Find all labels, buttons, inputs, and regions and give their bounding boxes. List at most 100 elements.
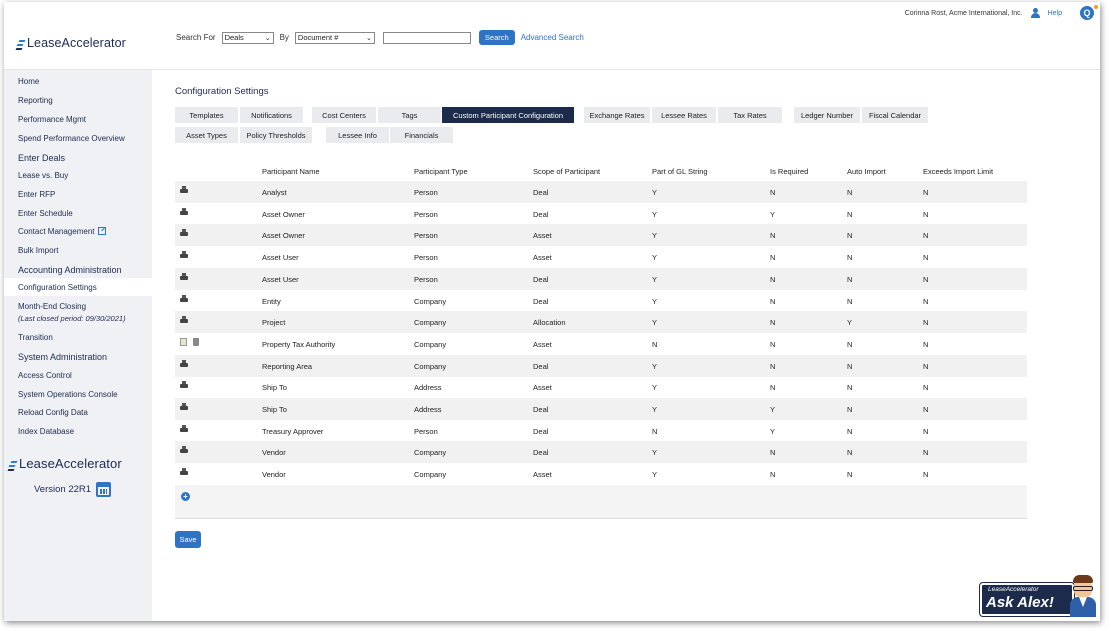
tab-asset-types[interactable]: Asset Types xyxy=(175,127,238,143)
cell-scope: Deal xyxy=(533,405,549,414)
cell-gl-string: Y xyxy=(652,318,658,328)
cell-participant-name: Asset User xyxy=(262,253,299,263)
print-icon[interactable] xyxy=(180,294,188,302)
table-row[interactable]: Vendor Company Asset Y N N N xyxy=(175,463,1027,485)
sidebar-item-contact-management[interactable]: Contact Management xyxy=(18,227,106,236)
table-row[interactable]: Reporting Area Company Deal Y N N N xyxy=(175,354,1027,377)
cell-scope: Deal xyxy=(533,448,549,458)
sidebar-item-performance-mgmt[interactable]: Performance Mgmt xyxy=(18,115,86,124)
tab-notifications[interactable]: Notifications xyxy=(240,107,303,123)
ask-alex-widget[interactable]: LeaseAccelerator Ask Alex! xyxy=(980,575,1098,619)
print-icon[interactable] xyxy=(180,424,188,432)
cell-participant-name: Treasury Approver xyxy=(262,426,324,436)
tab-tax-rates[interactable]: Tax Rates xyxy=(718,107,782,123)
sidebar-item-month-end-closing[interactable]: Month-End Closing xyxy=(18,302,86,311)
print-icon[interactable] xyxy=(180,403,188,410)
print-icon[interactable] xyxy=(180,207,188,215)
cell-gl-string: Y xyxy=(652,383,658,393)
table-row[interactable]: Entity Company Deal Y N N N xyxy=(175,290,1027,312)
cell-auto-import: N xyxy=(847,188,853,197)
sidebar-item-transition[interactable]: Transition xyxy=(18,333,53,342)
tab-custom-participant-configuration[interactable]: Custom Participant Configuration xyxy=(442,107,574,123)
sidebar-item-enter-rfp[interactable]: Enter RFP xyxy=(18,190,55,199)
print-icon[interactable] xyxy=(180,186,188,193)
question-icon[interactable]: Q xyxy=(1080,5,1098,20)
sidebar-item-spend-performance[interactable]: Spend Performance Overview xyxy=(18,134,125,143)
sidebar-item-bulk-import[interactable]: Bulk Import xyxy=(18,246,58,255)
sidebar-item-lease-vs-buy[interactable]: Lease vs. Buy xyxy=(18,171,68,180)
cell-participant-type: Address xyxy=(414,383,442,393)
print-icon[interactable] xyxy=(180,468,188,476)
grid-header: Participant Name Participant Type Scope … xyxy=(175,161,1027,181)
sidebar-item-configuration-settings[interactable]: Configuration Settings xyxy=(18,283,97,292)
save-button[interactable]: Save xyxy=(175,531,201,548)
table-row[interactable]: Ship To Address Asset Y N N N xyxy=(175,376,1027,398)
cell-gl-string: Y xyxy=(652,448,658,458)
tab-exchange-rates[interactable]: Exchange Rates xyxy=(584,107,650,123)
print-icon[interactable] xyxy=(180,229,188,237)
tab-financials[interactable]: Financials xyxy=(390,127,453,143)
calendar-icon[interactable] xyxy=(96,482,111,497)
column-header-is-required[interactable]: Is Required xyxy=(770,167,808,176)
column-header-scope[interactable]: Scope of Participant xyxy=(533,167,600,176)
search-input[interactable] xyxy=(382,31,471,44)
tab-tags[interactable]: Tags xyxy=(378,107,441,123)
sidebar-item-enter-schedule[interactable]: Enter Schedule xyxy=(18,209,73,218)
user-icon[interactable] xyxy=(1030,8,1040,18)
column-header-exceeds-import-limit[interactable]: Exceeds Import Limit xyxy=(923,167,993,176)
sidebar-item-access-control[interactable]: Access Control xyxy=(18,371,72,380)
cell-is-required: Y xyxy=(770,426,776,436)
table-row[interactable]: Vendor Company Deal Y N N N xyxy=(175,441,1027,464)
advanced-search-link[interactable]: Advanced Search xyxy=(521,33,584,42)
trash-icon[interactable] xyxy=(193,337,199,346)
sidebar-item-index-database[interactable]: Index Database xyxy=(18,427,74,436)
table-row[interactable]: Property Tax Authority Company Asset N N N N xyxy=(175,333,1027,355)
search-by-select[interactable]: Document # ⌄ xyxy=(294,31,375,44)
cell-participant-type: Address xyxy=(414,405,442,414)
print-icon[interactable] xyxy=(180,446,188,454)
main-content: Configuration Settings Templates Notific… xyxy=(152,70,1100,621)
column-header-participant-name[interactable]: Participant Name xyxy=(262,167,320,176)
print-icon[interactable] xyxy=(180,316,188,324)
print-icon[interactable] xyxy=(180,381,188,389)
sidebar-item-system-operations-console[interactable]: System Operations Console xyxy=(18,390,118,399)
table-row[interactable]: Asset Owner Person Deal Y Y N N xyxy=(175,203,1027,225)
table-row[interactable]: Treasury Approver Person Deal N Y N N xyxy=(175,420,1027,442)
sidebar-item-home[interactable]: Home xyxy=(18,77,39,86)
search-for-select[interactable]: Deals ⌄ xyxy=(221,31,274,44)
tab-lessee-rates[interactable]: Lessee Rates xyxy=(652,107,716,123)
add-row-icon[interactable]: + xyxy=(181,491,190,501)
ask-alex-badge[interactable]: LeaseAccelerator Ask Alex! xyxy=(980,583,1074,616)
search-button[interactable]: Search xyxy=(478,30,515,45)
app-logo[interactable]: LeaseAccelerator xyxy=(15,36,126,50)
table-row[interactable]: Asset Owner Person Asset Y N N N xyxy=(175,224,1027,247)
column-header-participant-type[interactable]: Participant Type xyxy=(414,167,468,176)
tab-cost-centers[interactable]: Cost Centers xyxy=(312,107,376,123)
cell-participant-type: Company xyxy=(414,470,447,480)
tab-templates[interactable]: Templates xyxy=(175,107,238,123)
user-name: Corinna Rost, Acme International, Inc. xyxy=(904,9,1023,17)
tab-policy-thresholds[interactable]: Policy Thresholds xyxy=(240,127,312,143)
column-header-gl-string[interactable]: Part of GL String xyxy=(652,167,708,176)
table-row[interactable]: Asset User Person Asset Y N N N xyxy=(175,246,1027,268)
tab-lessee-info[interactable]: Lessee Info xyxy=(326,127,389,143)
print-icon[interactable] xyxy=(180,272,188,280)
tab-ledger-number[interactable]: Ledger Number xyxy=(794,107,860,123)
print-icon[interactable] xyxy=(180,251,188,259)
edit-icon[interactable] xyxy=(180,337,187,346)
cell-is-required: N xyxy=(770,470,776,480)
table-row[interactable]: Project Company Allocation Y N Y N xyxy=(175,311,1027,334)
sidebar-heading-enter-deals: Enter Deals xyxy=(18,153,66,163)
print-icon[interactable] xyxy=(180,359,188,367)
sidebar-item-reporting[interactable]: Reporting xyxy=(18,96,53,105)
sidebar-item-reload-config-data[interactable]: Reload Config Data xyxy=(18,408,88,417)
table-row[interactable]: Analyst Person Deal Y N N N xyxy=(175,181,1027,203)
cell-exceeds-import-limit: N xyxy=(923,383,929,393)
tab-fiscal-calendar[interactable]: Fiscal Calendar xyxy=(862,107,928,123)
column-header-auto-import[interactable]: Auto Import xyxy=(847,167,886,176)
table-row[interactable]: Ship To Address Deal Y Y N N xyxy=(175,398,1027,420)
help-link[interactable]: Help xyxy=(1048,10,1062,17)
sidebar-heading-system-admin: System Administration xyxy=(18,352,108,362)
table-row[interactable]: Asset User Person Deal Y N N N xyxy=(175,267,1027,290)
cell-is-required: N xyxy=(770,448,776,458)
